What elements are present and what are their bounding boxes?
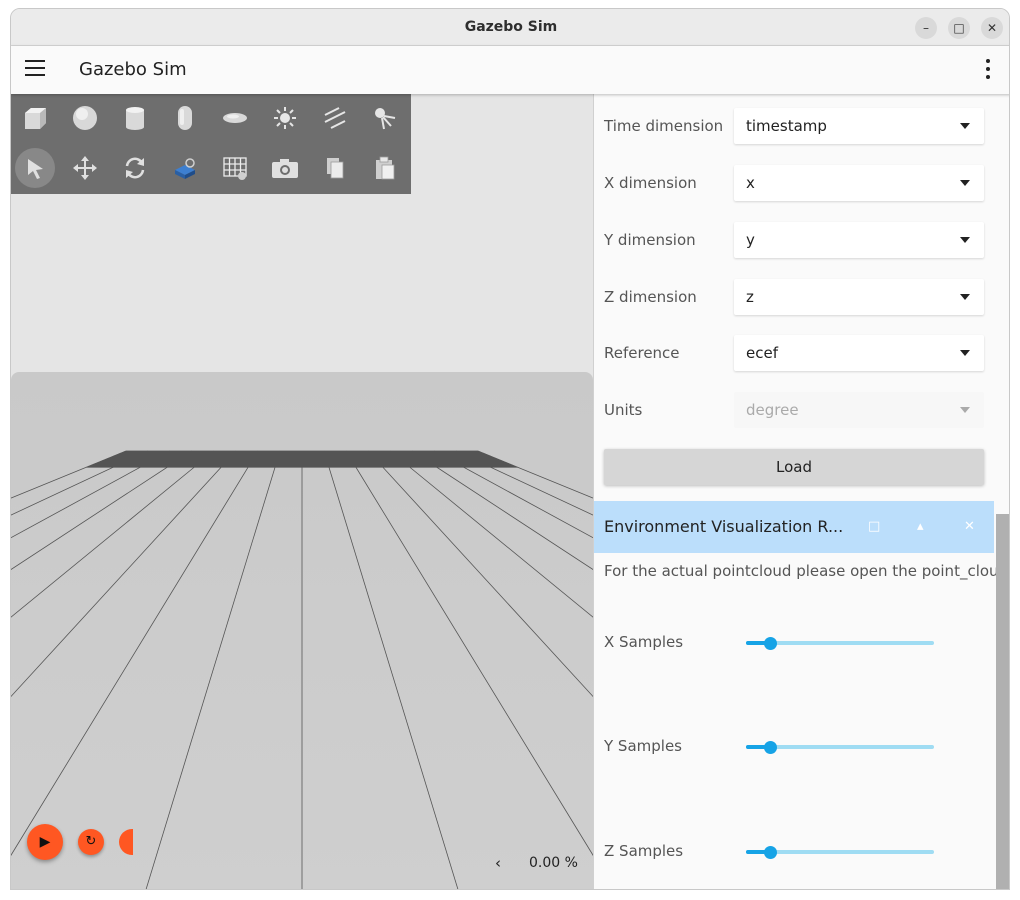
- z-samples-row: Z Samples: [604, 837, 934, 867]
- y-dimension-select[interactable]: y: [734, 222, 984, 258]
- load-button[interactable]: Load: [604, 449, 984, 485]
- z-samples-slider-handle[interactable]: [764, 846, 778, 859]
- grid-line: [11, 450, 127, 499]
- window-title: Gazebo Sim: [464, 19, 558, 35]
- grid-snap-icon[interactable]: [215, 148, 255, 188]
- y-samples-slider-handle[interactable]: [764, 741, 778, 754]
- directional-light-icon[interactable]: [315, 98, 355, 138]
- x-samples-label: X Samples: [604, 633, 684, 651]
- time-dimension-row: Time dimension timestamp: [604, 108, 984, 144]
- copy-icon[interactable]: [315, 148, 355, 188]
- env-viz-title: Environment Visualization R...: [604, 517, 844, 536]
- x-samples-slider-handle[interactable]: [764, 637, 778, 650]
- maximize-button[interactable]: □: [948, 17, 970, 39]
- step-button[interactable]: ↻: [78, 829, 104, 855]
- time-dimension-select[interactable]: timestamp: [734, 108, 984, 144]
- paste-icon[interactable]: [365, 148, 405, 188]
- z-dimension-label: Z dimension: [604, 288, 697, 306]
- ellipsoid-icon[interactable]: [215, 98, 255, 138]
- z-dimension-select[interactable]: z: [734, 279, 984, 315]
- x-dimension-value: x: [746, 174, 755, 192]
- chevron-down-icon: [960, 123, 970, 129]
- y-samples-row: Y Samples: [604, 732, 934, 762]
- close-button[interactable]: ✕: [981, 17, 1003, 39]
- z-dimension-row: Z dimension z: [604, 279, 984, 315]
- hamburger-menu-icon[interactable]: [25, 60, 45, 80]
- grid-line: [345, 450, 593, 856]
- real-time-factor: 0.00 %: [529, 855, 578, 871]
- chevron-down-icon: [960, 350, 970, 356]
- collapse-stats-icon[interactable]: ‹: [495, 854, 501, 872]
- chevron-down-icon: [960, 237, 970, 243]
- units-value: degree: [746, 401, 799, 419]
- point-light-icon[interactable]: [265, 98, 305, 138]
- units-row: Units degree: [604, 392, 984, 428]
- transform-control-icon[interactable]: [165, 148, 205, 188]
- screenshot-icon[interactable]: [265, 148, 305, 188]
- y-samples-label: Y Samples: [604, 737, 682, 755]
- rotate-icon[interactable]: [115, 148, 155, 188]
- title-bar: Gazebo Sim – □ ✕: [11, 9, 1009, 46]
- chevron-down-icon: [960, 407, 970, 413]
- select-icon[interactable]: [15, 148, 55, 188]
- grid-line: [323, 450, 459, 889]
- translate-icon[interactable]: [65, 148, 105, 188]
- time-dimension-label: Time dimension: [604, 117, 724, 135]
- app-bar: Gazebo Sim: [11, 46, 1009, 94]
- grid-line: [389, 450, 593, 618]
- y-dimension-value: y: [746, 231, 755, 249]
- units-select: degree: [734, 392, 984, 428]
- more-options-icon[interactable]: [985, 59, 991, 81]
- spot-light-icon[interactable]: [365, 98, 405, 138]
- grid-line: [145, 450, 281, 889]
- collapse-icon[interactable]: ▴: [917, 519, 924, 534]
- panel-scrollbar[interactable]: [996, 514, 1009, 889]
- reference-select[interactable]: ecef: [734, 335, 984, 371]
- right-panel: Time dimension timestamp X dimension x Y…: [593, 94, 1009, 889]
- y-dimension-row: Y dimension y: [604, 222, 984, 258]
- float-icon[interactable]: □: [868, 519, 880, 534]
- play-button[interactable]: ▶: [27, 824, 63, 860]
- env-viz-description: For the actual pointcloud please open th…: [604, 562, 999, 580]
- grid-line: [477, 450, 593, 499]
- y-dimension-label: Y dimension: [604, 231, 696, 249]
- x-dimension-select[interactable]: x: [734, 165, 984, 201]
- x-dimension-row: X dimension x: [604, 165, 984, 201]
- shapes-toolbar: [11, 94, 411, 194]
- x-dimension-label: X dimension: [604, 174, 697, 192]
- grid-line: [411, 450, 593, 570]
- reference-value: ecef: [746, 344, 778, 362]
- app-title: Gazebo Sim: [79, 59, 187, 80]
- units-label: Units: [604, 401, 643, 419]
- z-dimension-value: z: [746, 288, 754, 306]
- ground-grid: [11, 450, 593, 889]
- x-samples-row: X Samples: [604, 628, 934, 658]
- minimize-button[interactable]: –: [915, 17, 937, 39]
- sphere-icon[interactable]: [65, 98, 105, 138]
- time-dimension-value: timestamp: [746, 117, 827, 135]
- reference-row: Reference ecef: [604, 335, 984, 371]
- capsule-icon[interactable]: [165, 98, 205, 138]
- chevron-down-icon: [960, 180, 970, 186]
- chevron-down-icon: [960, 294, 970, 300]
- box-icon[interactable]: [15, 98, 55, 138]
- cylinder-icon[interactable]: [115, 98, 155, 138]
- env-viz-header: Environment Visualization R... □ ▴ ✕: [594, 501, 994, 553]
- z-samples-label: Z Samples: [604, 842, 684, 860]
- grid-line: [455, 450, 593, 516]
- close-icon[interactable]: ✕: [964, 519, 975, 534]
- grid-line: [11, 450, 149, 516]
- reference-label: Reference: [604, 344, 680, 362]
- app-window: Gazebo Sim – □ ✕ Gazebo Sim ▶ ↻ ‹ 0.00 %…: [10, 8, 1010, 890]
- 3d-scene-viewport[interactable]: ▶ ↻ ‹ 0.00 %: [11, 94, 593, 889]
